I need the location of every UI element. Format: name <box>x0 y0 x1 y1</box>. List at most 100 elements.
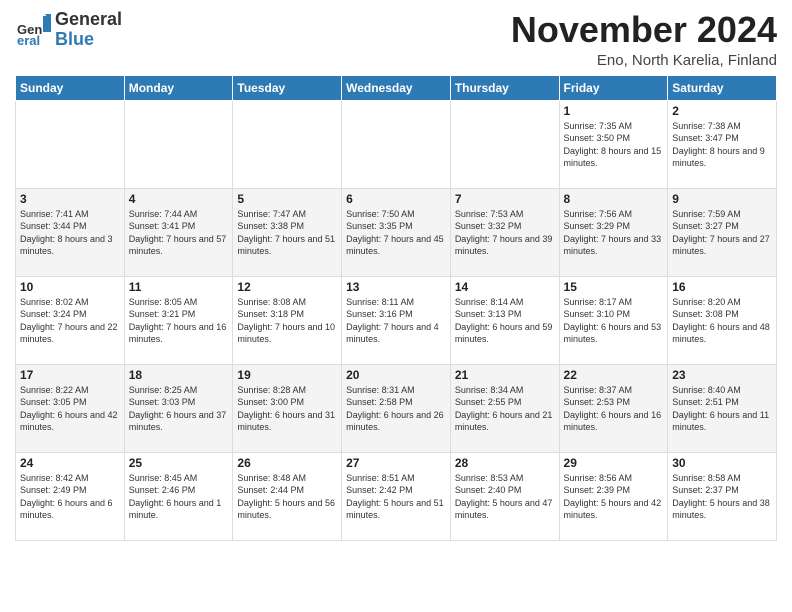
calendar-cell-0-0 <box>16 100 125 188</box>
day-info-9: Sunrise: 7:59 AM Sunset: 3:27 PM Dayligh… <box>672 208 772 258</box>
day-info-18: Sunrise: 8:25 AM Sunset: 3:03 PM Dayligh… <box>129 384 229 434</box>
day-number-4: 4 <box>129 192 229 206</box>
header: Gen eral General Blue November 2024 Eno,… <box>15 10 777 69</box>
calendar-cell-2-4: 14Sunrise: 8:14 AM Sunset: 3:13 PM Dayli… <box>450 276 559 364</box>
day-info-23: Sunrise: 8:40 AM Sunset: 2:51 PM Dayligh… <box>672 384 772 434</box>
col-monday: Monday <box>124 75 233 100</box>
calendar-cell-2-6: 16 Sunrise: 8:20 AM Sunset: 3:08 PM Dayli… <box>668 276 777 364</box>
day-info-11: Sunrise: 8:05 AM Sunset: 3:21 PM Dayligh… <box>129 296 229 346</box>
day-number-6: 6 <box>346 192 446 206</box>
day-number-29: 29 <box>564 456 664 470</box>
logo-blue-text: Blue <box>55 30 122 50</box>
calendar-cell-4-2: 26Sunrise: 8:48 AM Sunset: 2:44 PM Dayli… <box>233 452 342 540</box>
col-thursday: Thursday <box>450 75 559 100</box>
calendar-cell-3-6: 23 Sunrise: 8:40 AM Sunset: 2:51 PM Dayli… <box>668 364 777 452</box>
calendar-cell-4-1: 25Sunrise: 8:45 AM Sunset: 2:46 PM Dayli… <box>124 452 233 540</box>
calendar-cell-1-0: 3Sunrise: 7:41 AM Sunset: 3:44 PM Daylig… <box>16 188 125 276</box>
week-row-1: 1 Sunrise: 7:35 AM Sunset: 3:50 PM Daylig… <box>16 100 777 188</box>
location-title: Eno, North Karelia, Finland <box>511 52 777 69</box>
day-info-26: Sunrise: 8:48 AM Sunset: 2:44 PM Dayligh… <box>237 472 337 522</box>
day-info-25: Sunrise: 8:45 AM Sunset: 2:46 PM Dayligh… <box>129 472 229 522</box>
calendar-cell-4-0: 24Sunrise: 8:42 AM Sunset: 2:49 PM Dayli… <box>16 452 125 540</box>
day-info-20: Sunrise: 8:31 AM Sunset: 2:58 PM Dayligh… <box>346 384 446 434</box>
week-row-4: 17 Sunrise: 8:22 AM Sunset: 3:05 PM Dayli… <box>16 364 777 452</box>
calendar-cell-0-6: 2 Sunrise: 7:38 AM Sunset: 3:47 PM Daylig… <box>668 100 777 188</box>
day-info-2: Sunrise: 7:38 AM Sunset: 3:47 PM Dayligh… <box>672 120 772 170</box>
day-info-4: Sunrise: 7:44 AM Sunset: 3:41 PM Dayligh… <box>129 208 229 258</box>
day-number-10: 10 <box>20 280 120 294</box>
day-info-6: Sunrise: 7:50 AM Sunset: 3:35 PM Dayligh… <box>346 208 446 258</box>
day-number-5: 5 <box>237 192 337 206</box>
day-info-14: Sunrise: 8:14 AM Sunset: 3:13 PM Dayligh… <box>455 296 555 346</box>
day-info-17: Sunrise: 8:22 AM Sunset: 3:05 PM Dayligh… <box>20 384 120 434</box>
calendar-cell-4-5: 29 Sunrise: 8:56 AM Sunset: 2:39 PM Dayli… <box>559 452 668 540</box>
calendar-cell-3-3: 20Sunrise: 8:31 AM Sunset: 2:58 PM Dayli… <box>342 364 451 452</box>
col-tuesday: Tuesday <box>233 75 342 100</box>
week-row-5: 24Sunrise: 8:42 AM Sunset: 2:49 PM Dayli… <box>16 452 777 540</box>
day-number-24: 24 <box>20 456 120 470</box>
day-number-8: 8 <box>564 192 664 206</box>
col-sunday: Sunday <box>16 75 125 100</box>
month-title: November 2024 <box>511 10 777 50</box>
day-number-12: 12 <box>237 280 337 294</box>
day-number-19: 19 <box>237 368 337 382</box>
day-info-16: Sunrise: 8:20 AM Sunset: 3:08 PM Dayligh… <box>672 296 772 346</box>
day-number-13: 13 <box>346 280 446 294</box>
day-number-18: 18 <box>129 368 229 382</box>
calendar-cell-3-1: 18 Sunrise: 8:25 AM Sunset: 3:03 PM Dayli… <box>124 364 233 452</box>
calendar-cell-2-3: 13Sunrise: 8:11 AM Sunset: 3:16 PM Dayli… <box>342 276 451 364</box>
day-info-15: Sunrise: 8:17 AM Sunset: 3:10 PM Dayligh… <box>564 296 664 346</box>
page: Gen eral General Blue November 2024 Eno,… <box>0 0 792 612</box>
day-number-16: 16 <box>672 280 772 294</box>
col-wednesday: Wednesday <box>342 75 451 100</box>
logo: Gen eral General Blue <box>15 10 122 50</box>
day-number-9: 9 <box>672 192 772 206</box>
day-info-8: Sunrise: 7:56 AM Sunset: 3:29 PM Dayligh… <box>564 208 664 258</box>
day-number-27: 27 <box>346 456 446 470</box>
day-number-22: 22 <box>564 368 664 382</box>
day-number-21: 21 <box>455 368 555 382</box>
day-info-27: Sunrise: 8:51 AM Sunset: 2:42 PM Dayligh… <box>346 472 446 522</box>
day-number-2: 2 <box>672 104 772 118</box>
day-info-12: Sunrise: 8:08 AM Sunset: 3:18 PM Dayligh… <box>237 296 337 346</box>
day-info-21: Sunrise: 8:34 AM Sunset: 2:55 PM Dayligh… <box>455 384 555 434</box>
day-number-7: 7 <box>455 192 555 206</box>
calendar-cell-4-6: 30 Sunrise: 8:58 AM Sunset: 2:37 PM Dayli… <box>668 452 777 540</box>
day-info-19: Sunrise: 8:28 AM Sunset: 3:00 PM Dayligh… <box>237 384 337 434</box>
calendar-cell-0-4 <box>450 100 559 188</box>
week-row-2: 3Sunrise: 7:41 AM Sunset: 3:44 PM Daylig… <box>16 188 777 276</box>
day-number-17: 17 <box>20 368 120 382</box>
calendar-cell-1-5: 8 Sunrise: 7:56 AM Sunset: 3:29 PM Daylig… <box>559 188 668 276</box>
calendar-cell-3-0: 17 Sunrise: 8:22 AM Sunset: 3:05 PM Dayli… <box>16 364 125 452</box>
calendar-cell-4-3: 27 Sunrise: 8:51 AM Sunset: 2:42 PM Dayli… <box>342 452 451 540</box>
calendar-header-row: Sunday Monday Tuesday Wednesday Thursday… <box>16 75 777 100</box>
day-info-5: Sunrise: 7:47 AM Sunset: 3:38 PM Dayligh… <box>237 208 337 258</box>
logo-icon: Gen eral <box>15 12 51 48</box>
day-info-7: Sunrise: 7:53 AM Sunset: 3:32 PM Dayligh… <box>455 208 555 258</box>
calendar-cell-0-2 <box>233 100 342 188</box>
calendar-cell-0-5: 1 Sunrise: 7:35 AM Sunset: 3:50 PM Daylig… <box>559 100 668 188</box>
day-info-30: Sunrise: 8:58 AM Sunset: 2:37 PM Dayligh… <box>672 472 772 522</box>
calendar-cell-1-3: 6 Sunrise: 7:50 AM Sunset: 3:35 PM Daylig… <box>342 188 451 276</box>
calendar-cell-2-1: 11Sunrise: 8:05 AM Sunset: 3:21 PM Dayli… <box>124 276 233 364</box>
day-info-1: Sunrise: 7:35 AM Sunset: 3:50 PM Dayligh… <box>564 120 664 170</box>
calendar-cell-2-0: 10Sunrise: 8:02 AM Sunset: 3:24 PM Dayli… <box>16 276 125 364</box>
logo-general-text: General <box>55 10 122 30</box>
title-area: November 2024 Eno, North Karelia, Finlan… <box>511 10 777 69</box>
calendar-cell-2-2: 12 Sunrise: 8:08 AM Sunset: 3:18 PM Dayli… <box>233 276 342 364</box>
calendar-table: Sunday Monday Tuesday Wednesday Thursday… <box>15 75 777 541</box>
calendar-cell-1-2: 5 Sunrise: 7:47 AM Sunset: 3:38 PM Daylig… <box>233 188 342 276</box>
day-info-28: Sunrise: 8:53 AM Sunset: 2:40 PM Dayligh… <box>455 472 555 522</box>
day-info-3: Sunrise: 7:41 AM Sunset: 3:44 PM Dayligh… <box>20 208 120 258</box>
day-number-23: 23 <box>672 368 772 382</box>
day-number-28: 28 <box>455 456 555 470</box>
calendar-cell-3-4: 21 Sunrise: 8:34 AM Sunset: 2:55 PM Dayli… <box>450 364 559 452</box>
day-info-29: Sunrise: 8:56 AM Sunset: 2:39 PM Dayligh… <box>564 472 664 522</box>
calendar-cell-4-4: 28 Sunrise: 8:53 AM Sunset: 2:40 PM Dayli… <box>450 452 559 540</box>
day-number-1: 1 <box>564 104 664 118</box>
calendar-cell-3-5: 22Sunrise: 8:37 AM Sunset: 2:53 PM Dayli… <box>559 364 668 452</box>
calendar-cell-3-2: 19 Sunrise: 8:28 AM Sunset: 3:00 PM Dayli… <box>233 364 342 452</box>
col-friday: Friday <box>559 75 668 100</box>
col-saturday: Saturday <box>668 75 777 100</box>
day-number-30: 30 <box>672 456 772 470</box>
